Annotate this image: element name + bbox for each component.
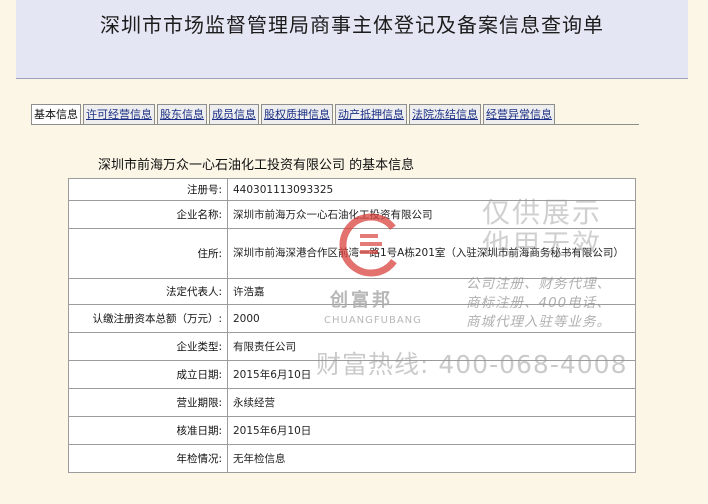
tab-chattel-mortgage-info[interactable]: 动产抵押信息 [335, 104, 407, 125]
tab-shareholder-info[interactable]: 股东信息 [157, 104, 207, 125]
row-label: 认缴注册资本总额（万元）: [68, 304, 228, 333]
row-label: 住所: [68, 228, 228, 279]
row-label: 成立日期: [68, 360, 228, 389]
tab-member-info[interactable]: 成员信息 [209, 104, 259, 125]
row-value: 深圳市前海深港合作区前湾一路1号A栋201室（入驻深圳市前海商务秘书有限公司） [227, 228, 636, 279]
row-value: 有限责任公司 [227, 332, 636, 361]
table-row: 注册号: 440301113093325 [68, 178, 636, 201]
row-value: 2015年6月10日 [227, 416, 636, 445]
table-row: 认缴注册资本总额（万元）: 2000 [68, 304, 636, 333]
page-title: 深圳市市场监督管理局商事主体登记及备案信息查询单 [100, 13, 604, 37]
row-label: 企业名称: [68, 200, 228, 229]
row-value: 2000 [227, 304, 636, 333]
tab-equity-pledge-info[interactable]: 股权质押信息 [261, 104, 333, 125]
row-label: 企业类型: [68, 332, 228, 361]
row-value: 永续经营 [227, 388, 636, 417]
table-row: 住所: 深圳市前海深港合作区前湾一路1号A栋201室（入驻深圳市前海商务秘书有限… [68, 228, 636, 279]
row-value: 2015年6月10日 [227, 360, 636, 389]
tab-court-freeze-info[interactable]: 法院冻结信息 [409, 104, 481, 125]
row-label: 注册号: [68, 178, 228, 201]
row-value: 440301113093325 [227, 178, 636, 201]
basic-info-table: 注册号: 440301113093325 企业名称: 深圳市前海万众一心石油化工… [68, 178, 636, 473]
tab-basic-info[interactable]: 基本信息 [31, 104, 81, 125]
tab-bar: 基本信息 许可经营信息 股东信息 成员信息 股权质押信息 动产抵押信息 法院冻结… [31, 104, 555, 125]
table-row: 年检情况: 无年检信息 [68, 444, 636, 473]
row-label: 核准日期: [68, 416, 228, 445]
table-row: 企业名称: 深圳市前海万众一心石油化工投资有限公司 [68, 200, 636, 229]
table-row: 营业期限: 永续经营 [68, 388, 636, 417]
row-label: 法定代表人: [68, 278, 228, 305]
table-row: 成立日期: 2015年6月10日 [68, 360, 636, 389]
row-label: 年检情况: [68, 444, 228, 473]
table-row: 法定代表人: 许浩嘉 [68, 278, 636, 305]
page-header: 深圳市市场监督管理局商事主体登记及备案信息查询单 [16, 0, 688, 79]
row-value: 无年检信息 [227, 444, 636, 473]
header-divider [16, 78, 688, 79]
tab-bar-divider [31, 124, 639, 125]
tab-abnormal-operation-info[interactable]: 经营异常信息 [483, 104, 555, 125]
row-value: 深圳市前海万众一心石油化工投资有限公司 [227, 200, 636, 229]
tab-license-info[interactable]: 许可经营信息 [83, 104, 155, 125]
table-row: 核准日期: 2015年6月10日 [68, 416, 636, 445]
section-title: 深圳市前海万众一心石油化工投资有限公司 的基本信息 [98, 158, 415, 173]
table-row: 企业类型: 有限责任公司 [68, 332, 636, 361]
row-label: 营业期限: [68, 388, 228, 417]
row-value: 许浩嘉 [227, 278, 636, 305]
